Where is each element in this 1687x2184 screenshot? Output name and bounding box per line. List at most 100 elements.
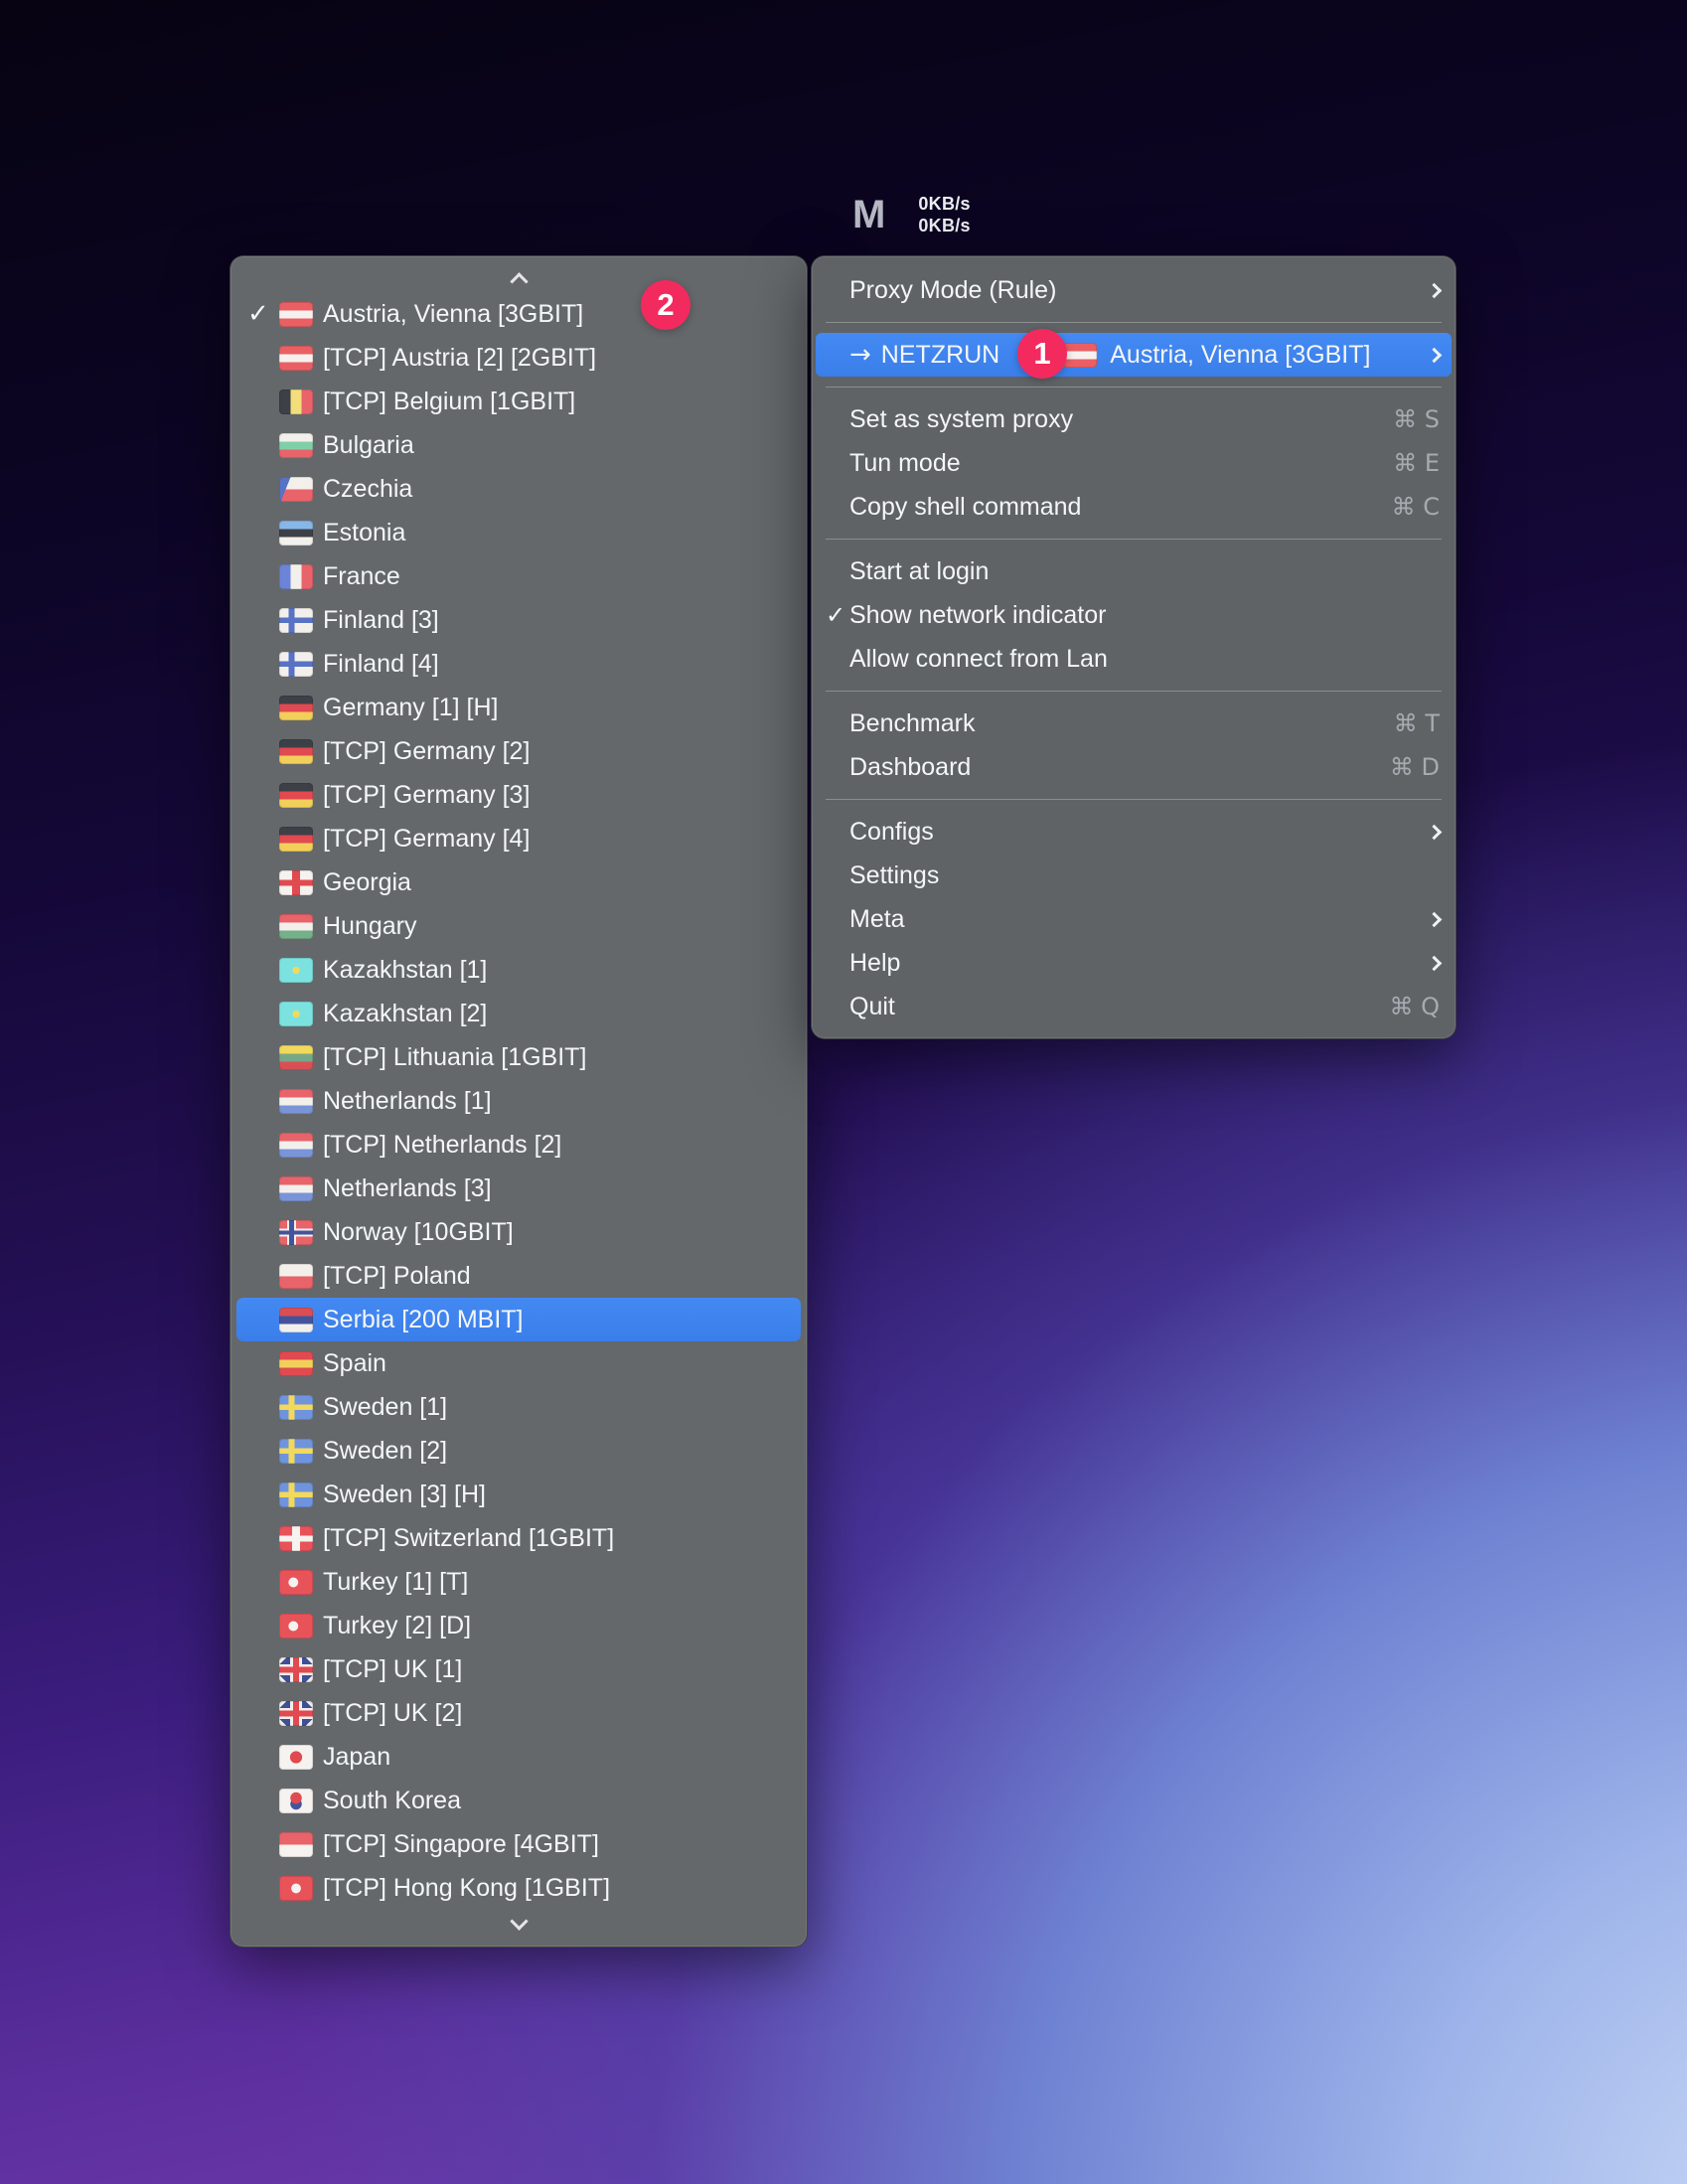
annotation-badge-2: 2 [641,280,690,330]
server-menu-item[interactable]: [TCP] Germany [3] [236,773,801,817]
menu-item-start-at-login[interactable]: Start at login [816,549,1452,593]
server-menu-item[interactable]: Turkey [1] [T] [236,1560,801,1604]
menu-item-show-network-indicator[interactable]: ✓Show network indicator [816,593,1452,637]
flag-netherlands [279,1176,313,1201]
scroll-up-control[interactable] [230,264,807,292]
server-label: [TCP] Hong Kong [1GBIT] [323,1874,610,1903]
flag-kazakhstan [279,1002,313,1026]
flag-austria [279,346,313,371]
server-label: Netherlands [1] [323,1087,492,1116]
server-menu-item[interactable]: South Korea [236,1779,801,1822]
server-label: France [323,562,400,591]
selected-proxy-value: Austria, Vienna [3GBIT] [1110,341,1370,370]
server-menu-item[interactable]: Finland [4] [236,642,801,686]
arrow-right-icon: → [849,340,871,370]
menu-item-benchmark[interactable]: Benchmark ⌘ T [816,702,1452,745]
server-label: Turkey [1] [T] [323,1568,468,1597]
menu-item-help[interactable]: Help [816,941,1452,985]
server-menu-item[interactable]: Turkey [2] [D] [236,1604,801,1647]
server-menu-item[interactable]: [TCP] UK [1] [236,1647,801,1691]
server-menu-item[interactable]: Hungary [236,904,801,948]
server-menu-item[interactable]: France [236,554,801,598]
server-menu-item[interactable]: Netherlands [3] [236,1167,801,1210]
server-menu-item[interactable]: [TCP] Switzerland [1GBIT] [236,1516,801,1560]
menu-item-allow-connect-from-lan[interactable]: Allow connect from Lan [816,637,1452,681]
server-menu-item[interactable]: [TCP] Singapore [4GBIT] [236,1822,801,1866]
server-label: [TCP] Germany [2] [323,737,530,766]
server-menu-item[interactable]: Sweden [1] [236,1385,801,1429]
server-menu-item[interactable]: [TCP] Netherlands [2] [236,1123,801,1167]
server-menu-item[interactable]: Georgia [236,860,801,904]
menu-divider [826,539,1442,540]
menu-item-settings[interactable]: Settings [816,854,1452,897]
menu-item-netzrun-proxy-group[interactable]: →NETZRUNAustria, Vienna [3GBIT] [816,333,1452,377]
server-menu-item[interactable]: [TCP] Austria [2] [2GBIT] [236,336,801,380]
flag-czechia [279,477,313,502]
flag-serbia [279,1308,313,1332]
menu-item-label: Meta [849,905,905,934]
server-menu-item[interactable]: Norway [10GBIT] [236,1210,801,1254]
server-menu-item[interactable]: [TCP] Belgium [1GBIT] [236,380,801,423]
menu-item-copy-shell-command[interactable]: Copy shell command⌘ C [816,485,1452,529]
menu-item-meta[interactable]: Meta [816,897,1452,941]
server-menu-item[interactable]: [TCP] Hong Kong [1GBIT] [236,1866,801,1910]
server-menu-item[interactable]: Sweden [3] [H] [236,1473,801,1516]
menu-item-label: Help [849,949,900,978]
flag-turkey [279,1614,313,1638]
menu-item-label: Benchmark [849,709,975,738]
server-menu-item[interactable]: Spain [236,1341,801,1385]
main-menu-sections: Proxy Mode (Rule) →NETZRUNAustria, Vienna… [812,268,1456,1028]
server-menu-item[interactable]: Kazakhstan [1] [236,948,801,992]
server-menu-item[interactable]: Japan [236,1735,801,1779]
server-label: Japan [323,1743,390,1772]
server-label: Norway [10GBIT] [323,1218,514,1247]
menu-item-proxy-mode[interactable]: Proxy Mode (Rule) [816,268,1452,312]
server-label: Spain [323,1349,386,1378]
server-menu-item[interactable]: Netherlands [1] [236,1079,801,1123]
flag-austria [1063,343,1097,368]
server-menu-item[interactable]: Bulgaria [236,423,801,467]
menu-divider [826,322,1442,323]
menu-item-set-system-proxy[interactable]: Set as system proxy⌘ S [816,397,1452,441]
server-menu-item[interactable]: [TCP] Germany [2] [236,729,801,773]
server-label: [TCP] UK [1] [323,1655,462,1684]
flag-spain [279,1351,313,1376]
server-menu-item[interactable]: Estonia [236,511,801,554]
server-label: Sweden [3] [H] [323,1481,486,1509]
server-menu-item[interactable]: Sweden [2] [236,1429,801,1473]
checkmark-icon: ✓ [247,299,279,329]
server-menu-item[interactable]: [TCP] UK [2] [236,1691,801,1735]
server-label: [TCP] Switzerland [1GBIT] [323,1524,614,1553]
server-label: [TCP] Singapore [4GBIT] [323,1830,599,1859]
menu-item-configs[interactable]: Configs [816,810,1452,854]
server-menu-item[interactable]: [TCP] Poland [236,1254,801,1298]
server-label: [TCP] Germany [4] [323,825,530,854]
flag-france [279,564,313,589]
server-menu-item[interactable]: Serbia [200 MBIT] [236,1298,801,1341]
server-menu-item[interactable]: Czechia [236,467,801,511]
server-menu-item[interactable]: Kazakhstan [2] [236,992,801,1035]
flag-singapore [279,1832,313,1857]
server-label: South Korea [323,1787,461,1815]
server-label: Turkey [2] [D] [323,1612,471,1640]
flag-netherlands [279,1089,313,1114]
server-menu-item[interactable]: [TCP] Germany [4] [236,817,801,860]
flag-germany [279,696,313,720]
flag-germany [279,739,313,764]
network-speed-indicator: 0KB/s 0KB/s [918,193,971,236]
scroll-down-control[interactable] [230,1910,807,1938]
server-menu-item[interactable]: Germany [1] [H] [236,686,801,729]
menu-item-tun-mode[interactable]: Tun mode⌘ E [816,441,1452,485]
flag-finland [279,652,313,677]
menu-item-dashboard[interactable]: Dashboard⌘ D [816,745,1452,789]
menu-item-quit[interactable]: Quit⌘ Q [816,985,1452,1028]
server-menu-item[interactable]: [TCP] Lithuania [1GBIT] [236,1035,801,1079]
server-label: Kazakhstan [2] [323,1000,487,1028]
server-menu-item[interactable]: Finland [3] [236,598,801,642]
flag-poland [279,1264,313,1289]
flag-netherlands [279,1133,313,1158]
menubar-status-item[interactable]: M 0KB/s 0KB/s [852,193,971,236]
server-menu-item[interactable]: ✓Austria, Vienna [3GBIT] [236,292,801,336]
flag-sweden [279,1395,313,1420]
shortcut-label: ⌘ T [1394,709,1440,737]
